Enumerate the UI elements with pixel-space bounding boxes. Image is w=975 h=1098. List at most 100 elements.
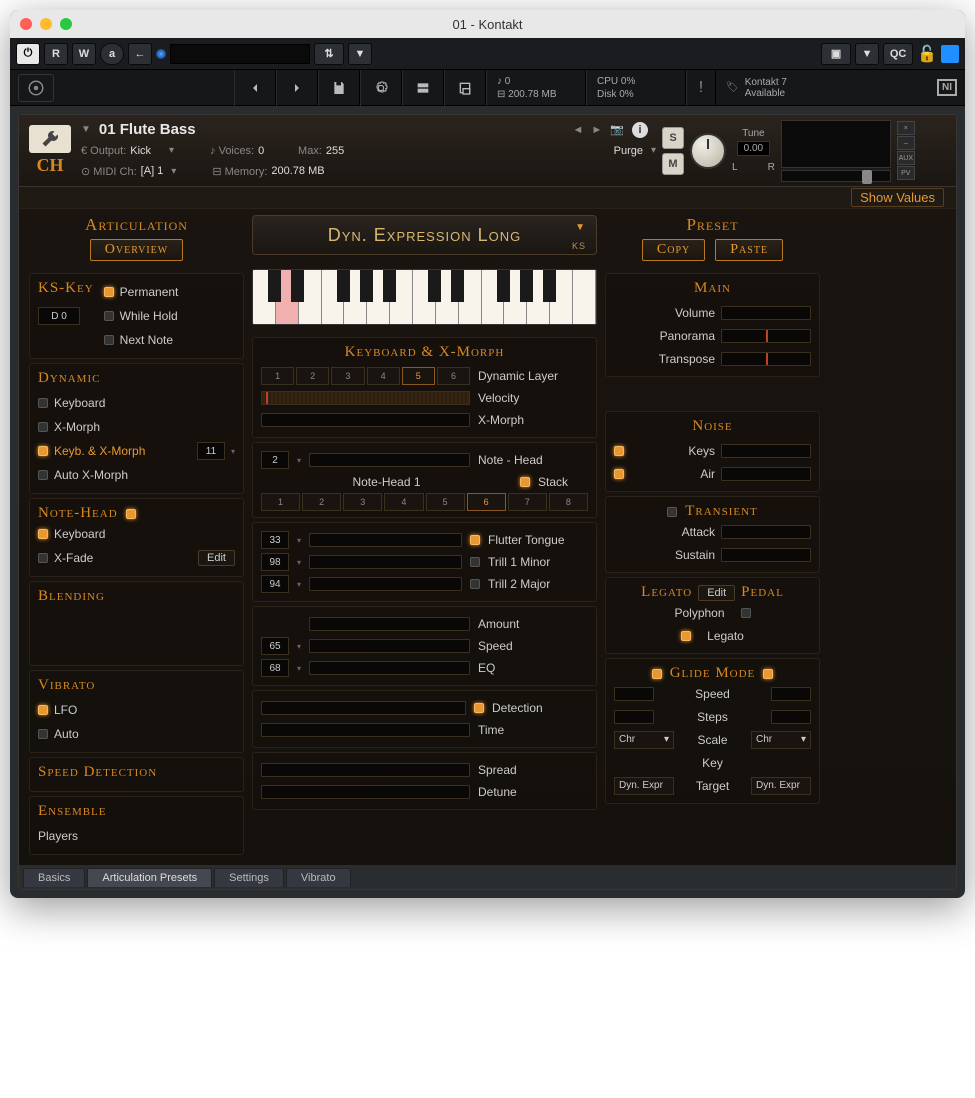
trill2-led[interactable]	[470, 579, 480, 589]
dropdown-button[interactable]: ▼	[348, 43, 372, 65]
articulation-preset-display[interactable]: Dyn. Expression Long KS	[252, 215, 597, 255]
mute-button[interactable]: M	[662, 153, 684, 175]
dyn-auto-led[interactable]	[38, 470, 48, 480]
dynamic-layer-selector[interactable]: 123456	[261, 367, 470, 385]
blend-1-slider[interactable]	[309, 533, 462, 547]
blend-3-value[interactable]: 94	[261, 575, 289, 593]
save-button[interactable]	[318, 70, 360, 106]
tab-articulation-presets[interactable]: Articulation Presets	[87, 868, 212, 887]
vib-lfo-led[interactable]	[38, 705, 48, 715]
paste-button[interactable]: Paste	[715, 239, 783, 261]
copy-button[interactable]: Copy	[642, 239, 705, 261]
max-voices-value[interactable]: 255	[326, 145, 344, 157]
midi-value[interactable]: [A] 1	[141, 165, 164, 178]
blend-1-value[interactable]: 33	[261, 531, 289, 549]
output-value[interactable]: Kick	[130, 145, 151, 157]
vib-speed-slider[interactable]	[309, 639, 470, 653]
qc-indicator[interactable]	[941, 45, 959, 63]
nh-edit-button[interactable]: Edit	[198, 550, 235, 566]
vib-eq-slider[interactable]	[309, 661, 470, 675]
air-noise-slider[interactable]	[721, 467, 811, 481]
tab-settings[interactable]: Settings	[214, 868, 284, 887]
glide-steps-slider-r[interactable]	[771, 710, 811, 724]
tab-basics[interactable]: Basics	[23, 868, 85, 887]
close-instrument-button[interactable]: ×	[897, 121, 915, 135]
transpose-slider[interactable]	[721, 352, 811, 366]
show-values-button[interactable]: Show Values	[851, 188, 944, 207]
chevron-down-icon[interactable]: ▾	[297, 558, 301, 567]
sustain-slider[interactable]	[721, 548, 811, 562]
a-button[interactable]: a	[100, 43, 124, 65]
r-button[interactable]: R	[44, 43, 68, 65]
trill1-led[interactable]	[470, 557, 480, 567]
purge-menu[interactable]: Purge	[614, 145, 643, 157]
next-note-led[interactable]	[104, 335, 114, 345]
settings-button[interactable]	[360, 70, 402, 106]
up-down-button[interactable]: ⇅	[314, 43, 344, 65]
glide-led-r[interactable]	[763, 669, 773, 679]
blend-2-value[interactable]: 98	[261, 553, 289, 571]
attack-slider[interactable]	[721, 525, 811, 539]
notehead-num[interactable]: 2	[261, 451, 289, 469]
polyphon-led[interactable]	[741, 608, 751, 618]
notehead-slider[interactable]	[309, 453, 470, 467]
chevron-down-icon[interactable]: ▾	[231, 447, 235, 456]
xmorph-slider[interactable]	[261, 413, 470, 427]
notehead-selector[interactable]: 12345678	[261, 493, 588, 511]
w-button[interactable]: W	[72, 43, 96, 65]
aux-button[interactable]: AUX	[897, 151, 915, 165]
back-button[interactable]: ←	[128, 43, 152, 65]
nh-xfade-led[interactable]	[38, 553, 48, 563]
glide-scale-l-dropdown[interactable]: Chr▾	[614, 731, 674, 749]
lock-icon[interactable]: 🔓	[917, 44, 937, 64]
vib-eq-value[interactable]: 68	[261, 659, 289, 677]
next-preset-button[interactable]: ►	[591, 124, 602, 136]
chevron-down-icon[interactable]: ▾	[297, 664, 301, 673]
keys-noise-slider[interactable]	[721, 444, 811, 458]
volume-slider[interactable]	[781, 170, 891, 182]
instrument-name[interactable]: 01 Flute Bass	[99, 121, 196, 138]
notehead-led[interactable]	[126, 509, 136, 519]
flutter-led[interactable]	[470, 535, 480, 545]
dyn-cc-value[interactable]: 11	[197, 442, 225, 460]
stack-led[interactable]	[520, 477, 530, 487]
minimize-view-button[interactable]	[444, 70, 486, 106]
solo-button[interactable]: S	[662, 127, 684, 149]
info-button[interactable]: i	[632, 122, 648, 138]
glide-scale-r-dropdown[interactable]: Chr▾	[751, 731, 811, 749]
legato-edit-button[interactable]: Edit	[698, 585, 735, 601]
chevron-down-icon[interactable]: ▾	[297, 580, 301, 589]
time-slider[interactable]	[261, 723, 470, 737]
ni-logo-icon[interactable]: NI	[937, 79, 957, 96]
tune-knob[interactable]	[690, 133, 726, 169]
chevron-down-icon[interactable]: ▾	[297, 456, 301, 465]
volume-slider[interactable]	[721, 306, 811, 320]
collapse-icon[interactable]: ▼	[81, 124, 91, 135]
glide-target-r-dropdown[interactable]: Dyn. Expr	[751, 777, 811, 795]
chevron-down-icon[interactable]: ▾	[169, 145, 174, 156]
tune-value[interactable]: 0.00	[737, 141, 770, 156]
tab-vibrato[interactable]: Vibrato	[286, 868, 351, 887]
chevron-down-icon[interactable]: ▾	[171, 166, 176, 177]
alert-button[interactable]: !	[686, 70, 716, 106]
dyn-xmorph-led[interactable]	[38, 422, 48, 432]
dyn-keyboard-led[interactable]	[38, 398, 48, 408]
chevron-down-icon[interactable]: ▾	[297, 642, 301, 651]
snapshot-button[interactable]: ▣	[821, 43, 851, 65]
rack-view-button[interactable]	[402, 70, 444, 106]
keys-noise-led[interactable]	[614, 446, 624, 456]
spread-slider[interactable]	[261, 763, 470, 777]
prev-preset-button[interactable]: ◄	[573, 124, 584, 136]
while-hold-led[interactable]	[104, 311, 114, 321]
library-tag[interactable]: 🏷 Kontakt 7 Available	[716, 77, 937, 99]
glide-speed-slider-r[interactable]	[771, 687, 811, 701]
preset-slot[interactable]	[170, 44, 310, 64]
panorama-slider[interactable]	[721, 329, 811, 343]
permanent-led[interactable]	[104, 287, 114, 297]
vib-auto-led[interactable]	[38, 729, 48, 739]
qc-button[interactable]: QC	[883, 43, 913, 65]
blend-3-slider[interactable]	[309, 577, 462, 591]
glide-steps-slider-l[interactable]	[614, 710, 654, 724]
next-button[interactable]	[276, 70, 318, 106]
minimize-instrument-button[interactable]: –	[897, 136, 915, 150]
